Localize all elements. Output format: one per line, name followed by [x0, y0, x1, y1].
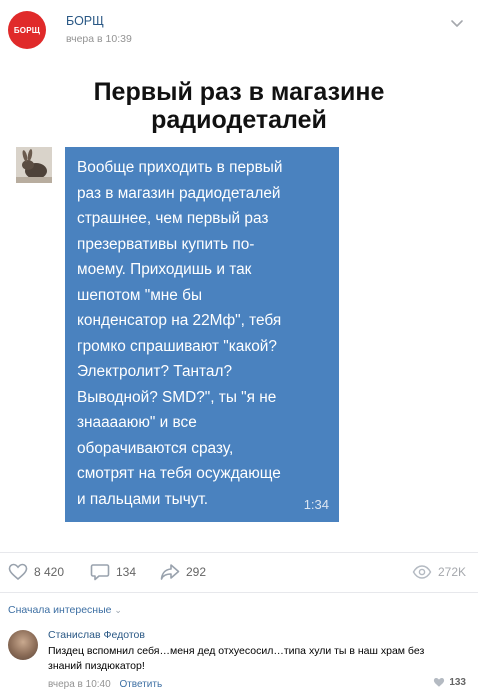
- comment-meta: вчера в 10:40 Ответить: [48, 679, 162, 690]
- message-line: громко спрашивают "какой?: [77, 337, 277, 355]
- message-line: и пальцами тычут.: [77, 490, 209, 508]
- commenter-avatar[interactable]: [8, 630, 38, 660]
- message-line: моему. Приходишь и так: [77, 261, 252, 278]
- heart-icon: [434, 678, 445, 687]
- like-count: 8 420: [34, 565, 65, 579]
- message-line: оборачиваются сразу,: [77, 439, 234, 457]
- comment-like-count: 133: [449, 677, 466, 688]
- views-count: 272K: [437, 565, 466, 579]
- meme-title-line-1: Первый раз в магазине: [93, 78, 385, 106]
- comment-text: Пиздец вспомнил себя…меня дед отхуесосил…: [48, 645, 425, 672]
- message-line: презервативы купить по-: [77, 235, 255, 253]
- post-time[interactable]: вчера в 10:39: [66, 33, 132, 45]
- share-button[interactable]: 292: [160, 563, 206, 581]
- message-line: Электролит? Тантал?: [77, 363, 233, 380]
- message-line: раз в магазин радиодеталей: [77, 184, 281, 202]
- message-line: Вообще приходить в первый: [77, 159, 283, 176]
- chevron-down-icon: ⌄: [114, 605, 122, 615]
- meme-title: Первый раз в магазине радиодеталей: [0, 78, 478, 134]
- sort-label: Сначала интересные: [8, 604, 112, 616]
- comment-time[interactable]: вчера в 10:40: [48, 679, 111, 690]
- message-line: знааааюю" и все: [77, 414, 197, 431]
- post-actions: 8 420 134 292 272K: [0, 552, 478, 586]
- community-avatar-text: БОРЩ: [13, 25, 41, 35]
- message-line: смотрят на тебя осуждающе: [77, 465, 281, 482]
- chevron-down-icon[interactable]: [450, 16, 464, 30]
- share-count: 292: [186, 565, 207, 579]
- message-line: Выводной? SMD?", ты "я не: [77, 388, 277, 406]
- reply-button[interactable]: Ответить: [119, 679, 162, 690]
- sender-avatar: [16, 147, 52, 183]
- post-image[interactable]: Первый раз в магазине радиодеталей Вообщ…: [0, 64, 478, 544]
- comment-button[interactable]: 134: [90, 563, 136, 581]
- post-header: БОРЩ БОРЩ вчера в 10:39: [0, 0, 478, 60]
- meme-title-line-2: радиодеталей: [151, 106, 327, 134]
- message-bubble: Вообще приходить в первый раз в магазин …: [65, 147, 339, 522]
- community-avatar[interactable]: БОРЩ: [8, 11, 46, 49]
- message-text: Вообще приходить в первый раз в магазин …: [77, 155, 329, 512]
- comment-count: 134: [116, 565, 137, 579]
- message-time: 1:34: [303, 497, 329, 512]
- comment-author[interactable]: Станислав Федотов: [48, 629, 145, 641]
- comment-icon: [90, 564, 110, 581]
- comment: Станислав Федотов Пиздец вспомнил себя…м…: [0, 624, 478, 698]
- rabbit-icon: [16, 147, 52, 183]
- views-counter: 272K: [412, 563, 466, 581]
- heart-icon: [8, 563, 28, 581]
- comments-sort-dropdown[interactable]: Сначала интересные ⌄: [8, 604, 122, 616]
- eye-icon: [412, 565, 432, 579]
- divider: [0, 592, 478, 593]
- community-name[interactable]: БОРЩ: [66, 14, 104, 28]
- message-line: шепотом "мне бы: [77, 286, 203, 304]
- comment-like-button[interactable]: 133: [433, 677, 466, 688]
- share-icon: [160, 564, 180, 580]
- message-line: конденсатор на 22Мф", тебя: [77, 312, 282, 329]
- message-line: страшнее, чем первый раз: [77, 210, 269, 227]
- like-button[interactable]: 8 420: [8, 563, 64, 581]
